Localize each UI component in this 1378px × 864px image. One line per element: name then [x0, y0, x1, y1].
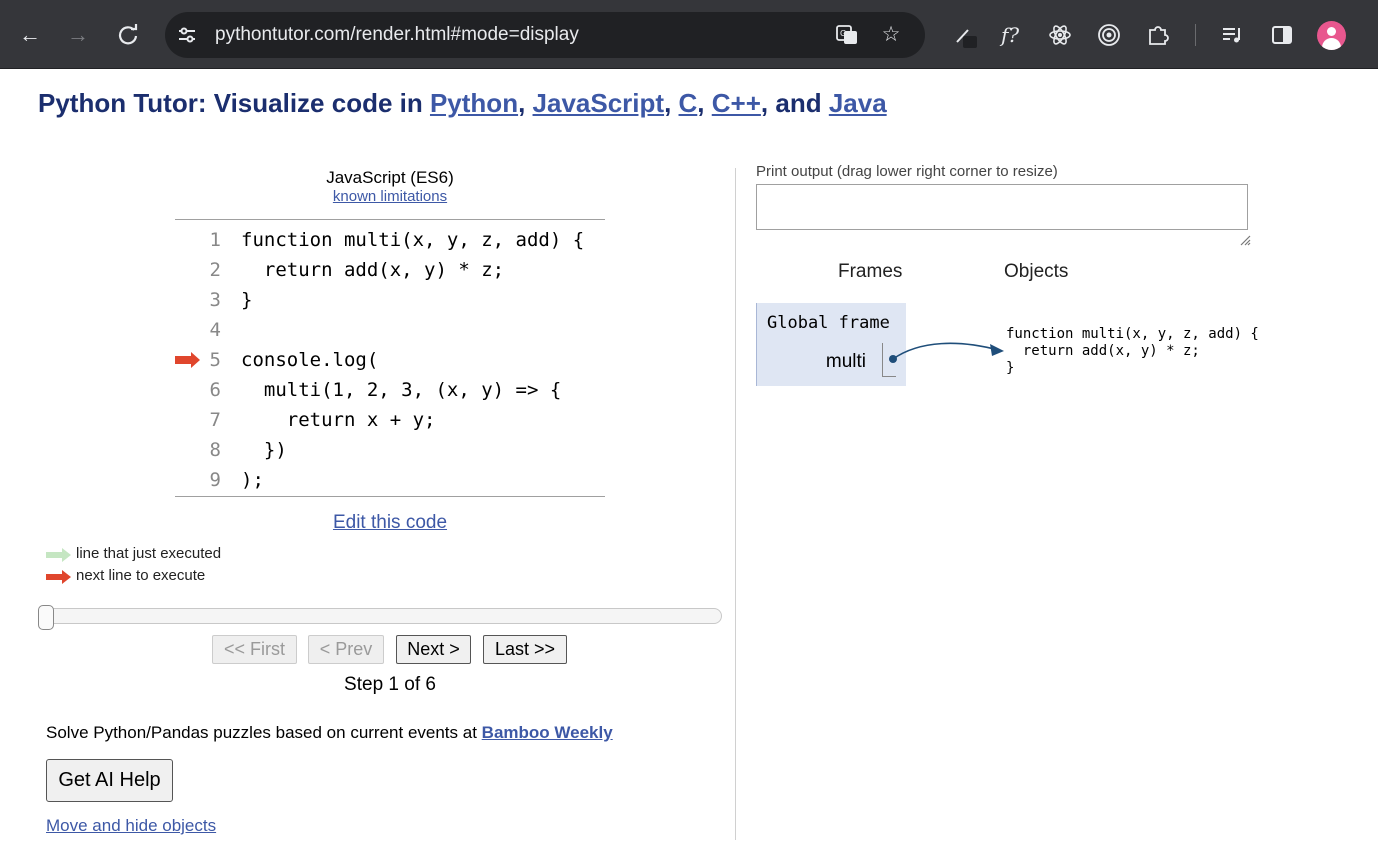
edit-code-link[interactable]: Edit this code	[175, 512, 605, 534]
address-bar[interactable]: pythontutor.com/render.html#mode=display…	[165, 12, 925, 58]
known-limitations-link[interactable]: known limitations	[175, 188, 605, 205]
page-title: Python Tutor: Visualize code in Python , …	[38, 88, 887, 119]
code-text: function multi(x, y, z, add) {	[241, 229, 585, 251]
back-icon[interactable]: ←	[15, 20, 45, 50]
language-label: JavaScript (ES6)	[326, 168, 454, 187]
first-button[interactable]: << First	[212, 635, 297, 664]
side-panel-icon[interactable]	[1267, 20, 1297, 50]
promo-text: Solve Python/Pandas puzzles based on cur…	[46, 723, 613, 743]
browser-toolbar: ← → pythontutor.com/render.html#mode=dis…	[0, 0, 1378, 69]
c-link[interactable]: C	[679, 88, 698, 118]
title-separator: ,	[518, 88, 533, 118]
forward-icon[interactable]: →	[63, 20, 93, 50]
code-text: return add(x, y) * z;	[241, 259, 505, 281]
function-extension-icon[interactable]: f?	[995, 20, 1025, 50]
translate-icon[interactable]: G	[835, 23, 859, 47]
last-button[interactable]: Last >>	[483, 635, 567, 664]
code-line: 6 multi(1, 2, 3, (x, y) => {	[175, 375, 605, 405]
react-extension-icon[interactable]	[1045, 20, 1075, 50]
line-number: 4	[209, 319, 221, 341]
svg-text:G: G	[840, 29, 846, 38]
extensions-puzzle-icon[interactable]	[1143, 20, 1173, 50]
code-line: 4	[175, 315, 605, 345]
python-link[interactable]: Python	[430, 88, 518, 118]
green-arrow-icon	[46, 548, 71, 562]
line-number: 9	[209, 469, 221, 491]
media-queue-icon[interactable]	[1217, 20, 1247, 50]
bookmark-star-icon[interactable]: ☆	[879, 23, 903, 47]
site-settings-icon[interactable]	[177, 25, 197, 45]
code-line: 7 return x + y;	[175, 405, 605, 435]
code-line: 1 function multi(x, y, z, add) {	[175, 225, 605, 255]
code-text: multi(1, 2, 3, (x, y) => {	[241, 379, 562, 401]
profile-avatar-icon[interactable]	[1317, 21, 1346, 50]
frame-variable-name: multi	[825, 351, 866, 372]
objects-header: Objects	[1004, 261, 1069, 282]
code-line: 8 })	[175, 435, 605, 465]
move-hide-objects-link[interactable]: Move and hide objects	[46, 816, 216, 836]
bamboo-weekly-link[interactable]: Bamboo Weekly	[482, 723, 613, 742]
target-extension-icon[interactable]	[1094, 20, 1124, 50]
resize-grip-icon[interactable]	[1239, 234, 1251, 246]
code-text: }	[241, 289, 253, 311]
java-link[interactable]: Java	[829, 88, 887, 118]
url-text[interactable]: pythontutor.com/render.html#mode=display	[215, 24, 579, 46]
legend-next-label: next line to execute	[76, 567, 206, 584]
reload-icon[interactable]	[113, 20, 143, 50]
cpp-link[interactable]: C++	[712, 88, 761, 118]
legend-executed-label: line that just executed	[76, 545, 222, 562]
get-ai-help-button[interactable]: Get AI Help	[46, 759, 173, 802]
pane-divider	[735, 168, 736, 840]
code-display: 1 function multi(x, y, z, add) { 2 return …	[175, 219, 605, 497]
line-number: 2	[209, 259, 221, 281]
line-number: 3	[209, 289, 221, 311]
code-line: 3}	[175, 285, 605, 315]
reference-arrow	[889, 342, 1004, 363]
step-slider-thumb[interactable]	[38, 605, 54, 630]
javascript-link[interactable]: JavaScript	[533, 88, 665, 118]
title-separator: , and	[760, 88, 829, 118]
line-number: 1	[209, 229, 221, 251]
prev-button[interactable]: < Prev	[308, 635, 384, 664]
print-output-box[interactable]	[756, 184, 1248, 230]
line-number: 5	[209, 349, 221, 371]
promo-label: Solve Python/Pandas puzzles based on cur…	[46, 723, 482, 742]
title-separator: ,	[664, 88, 679, 118]
print-output-label: Print output (drag lower right corner to…	[756, 163, 1058, 180]
title-separator: ,	[697, 88, 712, 118]
code-line: 5 console.log(	[175, 345, 605, 375]
line-number: 6	[209, 379, 221, 401]
title-prefix: Python Tutor: Visualize code in	[38, 88, 430, 118]
line-number: 7	[209, 409, 221, 431]
code-text: console.log(	[241, 349, 379, 371]
toolbar-separator	[1195, 24, 1196, 46]
code-text: return x + y;	[241, 409, 436, 431]
frames-header: Frames	[838, 261, 903, 282]
step-slider-track[interactable]	[38, 608, 722, 624]
step-counter: Step 1 of 6	[344, 674, 436, 695]
code-line: 2 return add(x, y) * z;	[175, 255, 605, 285]
code-line: 9);	[175, 465, 605, 495]
eyedropper-extension-icon[interactable]	[950, 20, 980, 50]
red-arrow-icon	[46, 570, 71, 584]
code-text: })	[241, 439, 287, 461]
next-line-arrow-icon	[175, 352, 200, 368]
code-text: );	[241, 469, 264, 491]
global-frame-title: Global frame	[767, 313, 890, 333]
function-object: function multi(x, y, z, add) { return ad…	[1006, 326, 1259, 376]
line-number: 8	[209, 439, 221, 461]
next-button[interactable]: Next >	[396, 635, 471, 664]
